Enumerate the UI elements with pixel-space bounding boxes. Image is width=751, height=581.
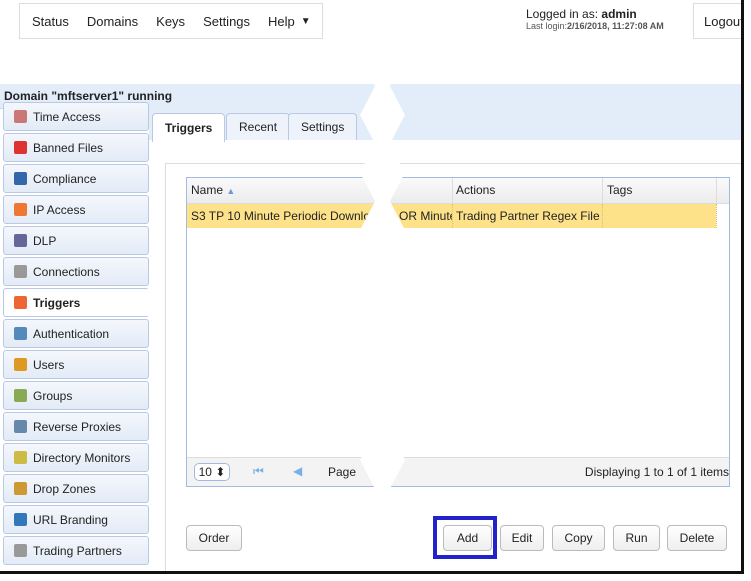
column-tags[interactable]: Tags xyxy=(603,178,717,203)
tab-triggers[interactable]: Triggers xyxy=(152,113,226,142)
sidebar-item-label: IP Access xyxy=(33,202,86,217)
trading-partners-icon xyxy=(14,544,27,557)
triggers-icon xyxy=(14,296,27,309)
sidebar-item-label: Banned Files xyxy=(33,140,104,155)
sidebar-item-ip-access[interactable]: IP Access xyxy=(3,195,149,224)
login-user: admin xyxy=(601,7,637,21)
directory-monitors-icon xyxy=(14,451,27,464)
sidebar-item-triggers[interactable]: Triggers xyxy=(3,288,149,317)
copy-button[interactable]: Copy xyxy=(552,525,605,551)
column-name-label: Name xyxy=(191,183,224,197)
sidebar-item-drop-zones[interactable]: Drop Zones xyxy=(3,474,149,503)
compliance-icon xyxy=(14,172,27,185)
logout-button[interactable]: Logout xyxy=(693,3,741,39)
nav-help[interactable]: Help xyxy=(268,14,295,29)
sidebar-item-dlp[interactable]: DLP xyxy=(3,226,149,255)
tab-strip: Triggers Recent Settings xyxy=(149,108,741,142)
sidebar-item-reverse-proxies[interactable]: Reverse Proxies xyxy=(3,412,149,441)
top-nav: Status Domains Keys Settings Help ▼ xyxy=(19,3,323,39)
sidebar-item-time-access[interactable]: Time Access xyxy=(3,102,149,131)
sidebar-item-connections[interactable]: Connections xyxy=(3,257,149,286)
login-label: Logged in as: xyxy=(526,7,602,21)
sidebar-item-label: Authentication xyxy=(33,326,110,341)
chevron-down-icon[interactable]: ▼ xyxy=(301,16,311,27)
cell-actions: Trading Partner Regex File xyxy=(452,204,603,228)
sidebar-item-label: Time Access xyxy=(33,109,101,124)
app-window: Status Domains Keys Settings Help ▼ Logg… xyxy=(0,0,744,574)
nav-status[interactable]: Status xyxy=(32,14,69,29)
cell-tags xyxy=(603,204,717,228)
dlp-icon xyxy=(14,234,27,247)
last-login-label: Last login: xyxy=(526,21,568,31)
banned-files-icon xyxy=(14,141,27,154)
last-login-value: 2/16/2018, 11:27:08 AM xyxy=(567,21,664,31)
grid-header: Name ▲ Actions Tags xyxy=(187,178,729,204)
reverse-proxies-icon xyxy=(14,420,27,433)
sidebar-item-users[interactable]: Users xyxy=(3,350,149,379)
sidebar-item-label: Compliance xyxy=(33,171,97,186)
time-access-icon xyxy=(14,110,27,123)
sidebar-item-url-branding[interactable]: URL Branding xyxy=(3,505,149,534)
pager: 10 ⬍ ⏮ ◀ Page Displaying 1 to 1 of 1 ite… xyxy=(187,457,729,486)
sidebar-item-label: Users xyxy=(33,357,65,372)
first-page-icon[interactable]: ⏮ xyxy=(253,464,264,479)
sidebar-item-label: Trading Partners xyxy=(33,543,122,558)
cell-name: S3 TP 10 Minute Periodic Downlo OR Minute xyxy=(187,204,453,228)
sidebar-item-authentication[interactable]: Authentication xyxy=(3,319,149,348)
column-actions[interactable]: Actions xyxy=(452,178,603,203)
login-info: Logged in as: admin Last login:2/16/2018… xyxy=(526,7,664,31)
nav-domains[interactable]: Domains xyxy=(87,14,138,29)
prev-page-icon[interactable]: ◀ xyxy=(293,464,302,478)
page-size-select[interactable]: 10 ⬍ xyxy=(194,463,230,481)
tab-recent[interactable]: Recent xyxy=(226,113,291,140)
users-icon xyxy=(14,358,27,371)
sidebar-item-label: DLP xyxy=(33,233,57,248)
run-button[interactable]: Run xyxy=(613,525,660,551)
groups-icon xyxy=(14,389,27,402)
sidebar-item-label: Connections xyxy=(33,264,100,279)
edit-button[interactable]: Edit xyxy=(500,525,544,551)
triggers-grid: Name ▲ Actions Tags S3 TP 10 Minute Peri… xyxy=(186,177,730,487)
cell-name-tail: OR Minute xyxy=(399,209,453,223)
url-branding-icon xyxy=(14,513,27,526)
nav-keys[interactable]: Keys xyxy=(156,14,185,29)
table-row[interactable]: S3 TP 10 Minute Periodic Downlo OR Minute… xyxy=(187,204,717,228)
authentication-icon xyxy=(14,327,27,340)
drop-zones-icon xyxy=(14,482,27,495)
sidebar-item-groups[interactable]: Groups xyxy=(3,381,149,410)
sidebar-item-banned-files[interactable]: Banned Files xyxy=(3,133,149,162)
sidebar-item-label: Triggers xyxy=(33,295,81,310)
order-button[interactable]: Order xyxy=(186,525,242,551)
sidebar-item-label: Reverse Proxies xyxy=(33,419,122,434)
sidebar-item-label: Groups xyxy=(33,388,73,403)
highlight-box xyxy=(433,516,497,559)
column-name[interactable]: Name ▲ xyxy=(187,178,453,203)
sidebar-item-label: URL Branding xyxy=(33,512,108,527)
sidebar-item-compliance[interactable]: Compliance xyxy=(3,164,149,193)
sidebar-item-label: Drop Zones xyxy=(33,481,96,496)
sort-asc-icon: ▲ xyxy=(226,186,236,196)
delete-button[interactable]: Delete xyxy=(667,525,727,551)
nav-settings[interactable]: Settings xyxy=(203,14,250,29)
tab-settings[interactable]: Settings xyxy=(288,113,358,140)
display-info: Displaying 1 to 1 of 1 items xyxy=(584,465,729,479)
page-label: Page xyxy=(328,465,357,479)
sidebar-item-trading-partners[interactable]: Trading Partners xyxy=(3,536,149,565)
sidebar-item-directory-monitors[interactable]: Directory Monitors xyxy=(3,443,149,472)
ip-access-icon xyxy=(14,203,27,216)
connections-icon xyxy=(14,265,27,278)
sidebar-item-label: Directory Monitors xyxy=(33,450,131,465)
